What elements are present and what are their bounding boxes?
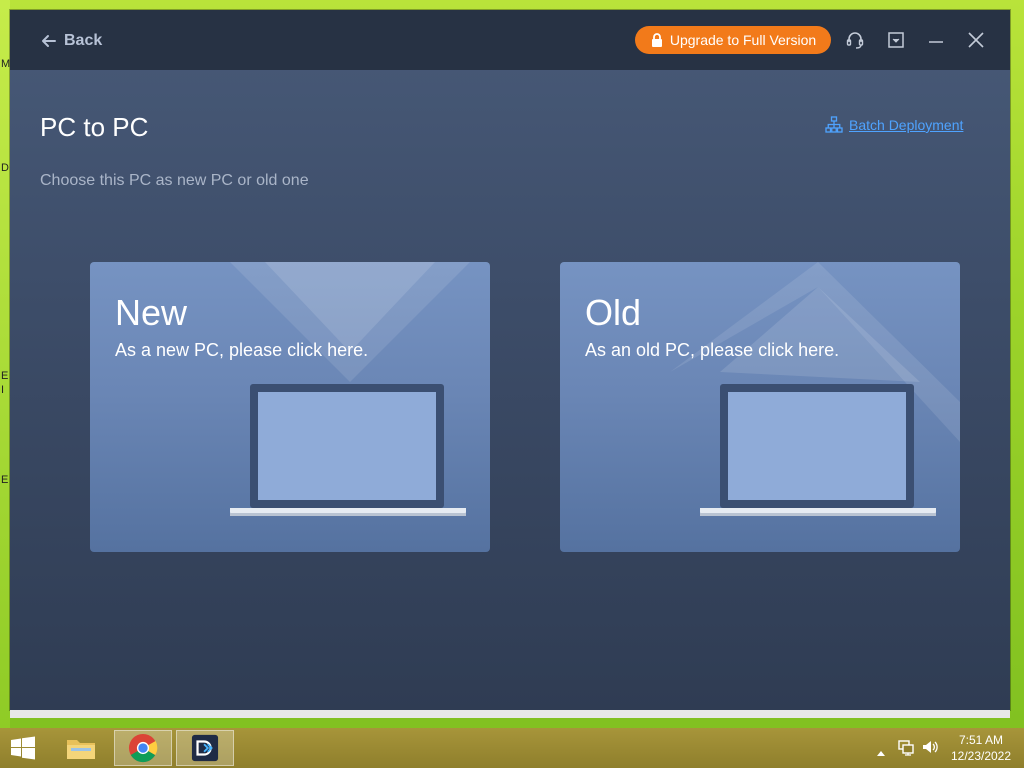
back-label: Back bbox=[64, 32, 103, 49]
desktop-icon-label[interactable]: E bbox=[1, 370, 8, 382]
upgrade-button[interactable]: Upgrade to Full Version bbox=[635, 26, 831, 54]
minimize-icon bbox=[929, 41, 943, 43]
dropdown-box-icon bbox=[888, 32, 904, 48]
page-subtitle: Choose this PC as new PC or old one bbox=[40, 172, 309, 189]
close-icon bbox=[968, 32, 984, 48]
clock-time: 7:51 AM bbox=[958, 733, 1004, 747]
page-title: PC to PC bbox=[40, 112, 149, 142]
title-bar: Back Upgrade to Full Version bbox=[10, 10, 1010, 70]
start-button[interactable] bbox=[8, 736, 38, 760]
speaker-icon bbox=[923, 741, 938, 753]
arrow-left-icon bbox=[42, 35, 56, 47]
laptop-icon bbox=[700, 384, 936, 516]
app-window: Back Upgrade to Full Version PC to PC Ch… bbox=[10, 10, 1010, 710]
support-headset-button[interactable] bbox=[843, 28, 867, 52]
network-tray-button[interactable] bbox=[897, 738, 915, 760]
folder-icon bbox=[67, 740, 95, 759]
old-card-title: Old bbox=[585, 292, 642, 333]
back-button[interactable]: Back bbox=[40, 30, 102, 52]
upgrade-label: Upgrade to Full Version bbox=[669, 32, 817, 48]
old-pc-card[interactable]: Old As an old PC, please click here. bbox=[560, 262, 960, 552]
batch-deployment-link[interactable]: Batch Deployment bbox=[825, 116, 963, 134]
transfer-app-icon bbox=[191, 734, 219, 762]
desktop-icon-label[interactable]: I bbox=[1, 384, 4, 396]
laptop-icon bbox=[230, 384, 466, 516]
taskbar: 7:51 AM 12/23/2022 bbox=[0, 728, 1024, 768]
desktop-edge bbox=[0, 0, 10, 728]
headset-icon bbox=[846, 32, 864, 49]
desktop-icon-label[interactable]: D bbox=[1, 162, 9, 174]
show-hidden-icons-button[interactable] bbox=[876, 742, 886, 761]
lock-icon bbox=[651, 33, 662, 47]
menu-dropdown-button[interactable] bbox=[884, 28, 908, 52]
chevron-up-icon bbox=[877, 751, 885, 756]
chrome-icon bbox=[128, 733, 158, 763]
close-button[interactable] bbox=[964, 28, 988, 52]
taskbar-file-explorer[interactable] bbox=[52, 730, 110, 766]
old-card-description: As an old PC, please click here. bbox=[585, 340, 840, 360]
network-hierarchy-icon bbox=[825, 116, 843, 133]
minimize-button[interactable] bbox=[924, 28, 948, 52]
new-card-description: As a new PC, please click here. bbox=[115, 340, 369, 360]
network-icon bbox=[898, 740, 914, 756]
volume-tray-button[interactable] bbox=[921, 738, 939, 760]
window-bottom-border bbox=[10, 710, 1010, 718]
new-pc-card[interactable]: New As a new PC, please click here. bbox=[90, 262, 490, 552]
taskbar-transfer-app[interactable] bbox=[176, 730, 234, 766]
taskbar-chrome[interactable] bbox=[114, 730, 172, 766]
desktop-icon-label[interactable]: E bbox=[1, 474, 8, 486]
clock-date: 12/23/2022 bbox=[950, 749, 1012, 763]
desktop-icon-label[interactable]: M bbox=[1, 58, 10, 70]
windows-logo-icon bbox=[11, 736, 35, 760]
new-card-title: New bbox=[115, 292, 188, 333]
taskbar-clock[interactable]: 7:51 AM 12/23/2022 bbox=[944, 732, 1018, 764]
batch-deployment-label: Batch Deployment bbox=[849, 117, 964, 133]
